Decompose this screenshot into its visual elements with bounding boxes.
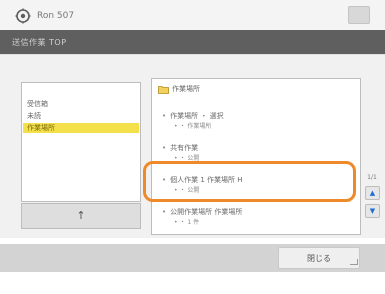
folder-list-item-inbox[interactable]: 受信箱 xyxy=(23,99,139,109)
page-title: 送信作業 TOP xyxy=(12,38,67,47)
current-folder-label: 作業場所 xyxy=(172,85,200,93)
list-item[interactable]: 公開作業場所 作業場所 ・ 1 件 xyxy=(162,207,352,229)
list-item-detail: ・ 作業場所 xyxy=(174,121,211,130)
folder-list: 受信箱 未読 作業場所 xyxy=(21,82,141,202)
triangle-down-icon: ▼ xyxy=(369,207,376,215)
close-button-label: 閉じる xyxy=(307,254,331,263)
title-bar: 送信作業 TOP xyxy=(0,30,385,54)
top-bar: Ron 507 xyxy=(0,0,385,30)
close-button[interactable]: 閉じる xyxy=(278,247,360,269)
folder-icon xyxy=(158,86,169,94)
list-item-detail: ・ 1 件 xyxy=(174,217,199,226)
folder-contents-list: 作業場所 作業場所 ・ 選択 ・ 作業場所 共有作業 ・ 公開 個人作業 1 作… xyxy=(151,78,361,235)
folder-list-item-label: 受信箱 xyxy=(27,100,48,108)
brand-name: Ron 507 xyxy=(37,11,75,21)
list-item[interactable]: 作業場所 ・ 選択 ・ 作業場所 xyxy=(162,111,352,133)
list-item-name: 共有作業 xyxy=(162,143,198,153)
list-item-name: 公開作業場所 作業場所 xyxy=(162,207,242,217)
up-level-button[interactable]: ↑ xyxy=(21,203,141,229)
window-icon[interactable] xyxy=(348,6,370,24)
folder-list-item-label: 未読 xyxy=(27,112,41,120)
highlight-ring xyxy=(143,161,356,202)
page-indicator: 1/1 xyxy=(367,174,377,181)
triangle-up-icon: ▲ xyxy=(369,189,376,197)
folder-list-item-unread[interactable]: 未読 xyxy=(23,111,139,121)
scroll-down-button[interactable]: ▼ xyxy=(365,204,380,218)
up-arrow-icon: ↑ xyxy=(76,208,86,222)
scroll-up-button[interactable]: ▲ xyxy=(365,186,380,200)
list-item-name: 作業場所 ・ 選択 xyxy=(162,111,223,121)
corner-mark-icon xyxy=(350,259,358,265)
settings-gear-logo xyxy=(15,8,31,24)
folder-list-item-workspace[interactable]: 作業場所 xyxy=(23,123,139,133)
footer-area xyxy=(0,272,385,294)
folder-list-item-label: 作業場所 xyxy=(27,124,55,132)
